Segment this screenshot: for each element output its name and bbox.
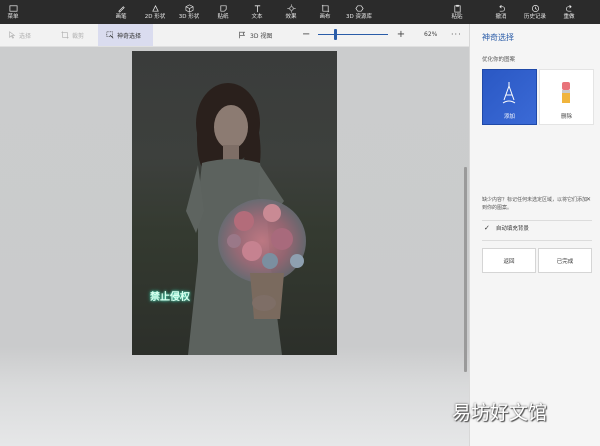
tool-label: 效果: [285, 13, 297, 20]
history-icon: [531, 4, 539, 12]
top-toolbar: 菜单 画笔 2D 形状 3D 形状 贴纸 文本 效果 画布 3D 资源库 粘贴 …: [0, 0, 600, 24]
tool-brush-button[interactable]: 画笔: [104, 0, 138, 24]
checkmark-icon: ✓: [484, 224, 490, 232]
sub-toolbar: 选择 裁剪 神奇选择 3D 视图 − + 62% ···: [0, 24, 469, 47]
portrait-photo: [132, 51, 337, 355]
redo-icon: [565, 4, 572, 12]
text-icon: [254, 4, 260, 12]
sticker-icon: [219, 4, 227, 12]
crop-button[interactable]: 裁剪: [53, 24, 92, 46]
tool-group: 画笔 2D 形状 3D 形状 贴纸 文本 效果 画布 3D 资源库: [104, 0, 376, 24]
tool-label: 粘贴: [451, 13, 463, 20]
zoom-slider-thumb[interactable]: [334, 29, 337, 40]
back-button[interactable]: 返回: [482, 248, 536, 273]
magic-select-icon: [106, 31, 114, 39]
menu-label: 菜单: [7, 13, 19, 20]
panel-hint: 缺少内容？标记任何未选定区域，以将它们添加到你的图案。: [482, 197, 588, 211]
menu-button[interactable]: 菜单: [0, 0, 26, 24]
panel-title: 神奇选择: [482, 33, 514, 42]
redo-button[interactable]: 重做: [552, 0, 586, 24]
zoom-out-button[interactable]: −: [302, 30, 310, 40]
erase-label: 删除: [560, 114, 572, 120]
tool-label: 撤消: [495, 13, 507, 20]
tool-3d-library-button[interactable]: 3D 资源库: [342, 0, 376, 24]
tool-label: 2D 形状: [144, 13, 166, 20]
tool-label: 3D 形状: [178, 13, 200, 20]
paste-icon: [453, 4, 461, 12]
tool-label: 重做: [563, 13, 575, 20]
2d-shape-icon: [151, 4, 159, 12]
divider: [482, 240, 592, 241]
add-pen-icon: [502, 82, 516, 104]
crop-label: 裁剪: [72, 32, 85, 40]
select-label: 选择: [19, 32, 32, 40]
add-label: 添加: [503, 114, 515, 120]
close-icon[interactable]: ✕: [586, 196, 591, 203]
tool-text-button[interactable]: 文本: [240, 0, 274, 24]
magic-select-panel: 神奇选择 优化你的图案 添加 删除 缺少内容？标记任何未选定区域，以将它们添加到…: [469, 24, 600, 446]
undo-button[interactable]: 撤消: [484, 0, 518, 24]
folder-icon: [9, 4, 17, 12]
brush-icon: [117, 5, 125, 13]
divider: [482, 220, 592, 221]
tool-effects-button[interactable]: 效果: [274, 0, 308, 24]
crop-icon: [61, 31, 69, 39]
site-watermark: 易坊好文馆: [452, 402, 548, 424]
canvas-image[interactable]: [132, 51, 337, 355]
tool-label: 文本: [251, 13, 263, 20]
tool-sticker-button[interactable]: 贴纸: [206, 0, 240, 24]
eraser-icon: [562, 82, 570, 103]
autofill-label: 自动填充背景: [495, 226, 529, 232]
canvas-icon: [321, 4, 329, 12]
tool-2d-shape-button[interactable]: 2D 形状: [138, 0, 172, 24]
tool-label: 画笔: [115, 13, 127, 20]
paste-button[interactable]: 粘贴: [440, 0, 474, 24]
edit-group: 粘贴 撤消 历史记录 重做: [440, 0, 586, 24]
flag-icon: [239, 31, 246, 39]
history-button[interactable]: 历史记录: [518, 0, 552, 24]
vertical-scrollbar[interactable]: [464, 167, 467, 372]
magic-select-button[interactable]: 神奇选择: [98, 24, 154, 46]
effects-icon: [286, 3, 296, 13]
erase-button[interactable]: 删除: [539, 69, 594, 125]
3d-shape-icon: [185, 4, 193, 12]
undo-icon: [498, 4, 505, 12]
tool-label: 历史记录: [523, 13, 546, 20]
autofill-checkbox[interactable]: ✓ 自动填充背景: [484, 224, 529, 232]
view-3d-toggle[interactable]: 3D 视图: [238, 24, 272, 46]
tool-label: 3D 资源库: [346, 13, 372, 20]
zoom-slider[interactable]: [318, 34, 388, 35]
tool-3d-shape-button[interactable]: 3D 形状: [172, 0, 206, 24]
select-button[interactable]: 选择: [0, 24, 39, 46]
zoom-in-button[interactable]: +: [396, 29, 406, 40]
tool-label: 贴纸: [217, 13, 229, 20]
tool-canvas-button[interactable]: 画布: [308, 0, 342, 24]
zoom-percent: 62%: [424, 31, 438, 38]
done-button[interactable]: 已完成: [538, 248, 592, 273]
select-icon: [9, 31, 16, 39]
tool-label: 画布: [319, 13, 331, 20]
more-options-button[interactable]: ···: [451, 24, 462, 46]
add-button[interactable]: 添加: [482, 69, 537, 125]
canvas-watermark: 禁止侵权: [150, 292, 190, 303]
3d-library-icon: [354, 4, 364, 12]
magic-select-label: 神奇选择: [117, 32, 142, 40]
panel-subtitle: 优化你的图案: [482, 57, 516, 63]
view-3d-label: 3D 视图: [250, 32, 273, 40]
